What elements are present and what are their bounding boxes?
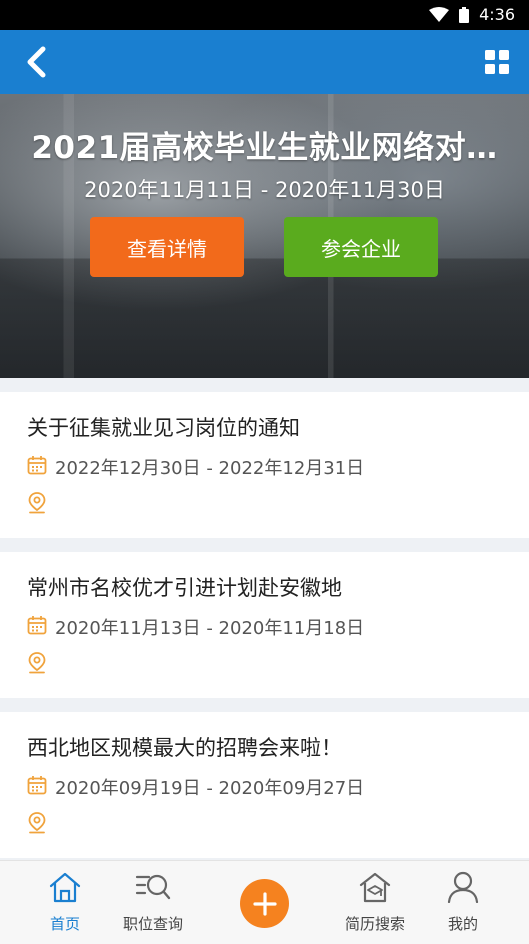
calendar-icon (27, 615, 47, 639)
back-button[interactable] (18, 44, 54, 80)
bottom-tab-bar: 首页 职位查询 简历搜索 我的 (0, 860, 529, 944)
tab-mine[interactable]: 我的 (423, 871, 503, 934)
tab-resume-search[interactable]: 简历搜索 (335, 871, 415, 934)
card-date: 2020年11月13日 - 2020年11月18日 (55, 618, 365, 639)
card-title: 常州市名校优才引进计划赴安徽地 (27, 576, 342, 600)
status-time: 4:36 (479, 5, 515, 24)
location-pin-icon (27, 812, 47, 838)
tab-home-label: 首页 (49, 915, 80, 933)
home-icon (48, 871, 82, 907)
card-title: 西北地区规模最大的招聘会来啦！ (27, 736, 342, 760)
view-details-button[interactable]: 查看详情 (90, 217, 244, 277)
tab-home[interactable]: 首页 (25, 871, 105, 934)
participating-companies-button[interactable]: 参会企业 (284, 217, 438, 277)
user-icon (447, 871, 479, 907)
tab-job-search[interactable]: 职位查询 (113, 871, 193, 934)
banner-title: 2021届高校毕业生就业网络对… (31, 130, 498, 166)
card-date: 2020年09月19日 - 2020年09月27日 (55, 778, 365, 799)
calendar-icon (27, 455, 47, 479)
grid-menu-button[interactable] (481, 46, 513, 78)
location-pin-icon (27, 652, 47, 678)
card-title: 关于征集就业见习岗位的通知 (27, 416, 300, 440)
status-bar: 4:36 (0, 0, 529, 30)
location-pin-icon (27, 492, 47, 518)
back-arrow-icon (27, 46, 46, 78)
tab-resume-search-label: 简历搜索 (344, 915, 405, 933)
list-item[interactable]: 关于征集就业见习岗位的通知 2022年12月30日 - 2022年12月31日 (0, 392, 529, 538)
event-banner: 2021届高校毕业生就业网络对… 2020年11月11日 - 2020年11月3… (0, 94, 529, 378)
card-date: 2022年12月30日 - 2022年12月31日 (55, 458, 365, 479)
tab-mine-label: 我的 (447, 915, 478, 933)
wifi-icon (429, 6, 450, 23)
list-item[interactable]: 西北地区规模最大的招聘会来啦！ 2020年09月19日 - 2020年09月27… (0, 712, 529, 858)
graduation-cap-icon (358, 871, 392, 907)
list-item[interactable]: 常州市名校优才引进计划赴安徽地 2020年11月13日 - 2020年11月18… (0, 552, 529, 698)
banner-date: 2020年11月11日 - 2020年11月30日 (84, 178, 445, 202)
add-button[interactable] (240, 879, 289, 928)
tab-job-search-label: 职位查询 (122, 915, 183, 933)
battery-icon (459, 6, 470, 23)
grid-icon (485, 50, 509, 74)
app-bar (0, 30, 529, 94)
calendar-icon (27, 775, 47, 799)
plus-icon (252, 891, 277, 916)
search-list-icon (135, 871, 171, 907)
screen: 4:36 2021届高校毕业生就业网络对… 2020年11月11日 - 2020… (0, 0, 529, 944)
